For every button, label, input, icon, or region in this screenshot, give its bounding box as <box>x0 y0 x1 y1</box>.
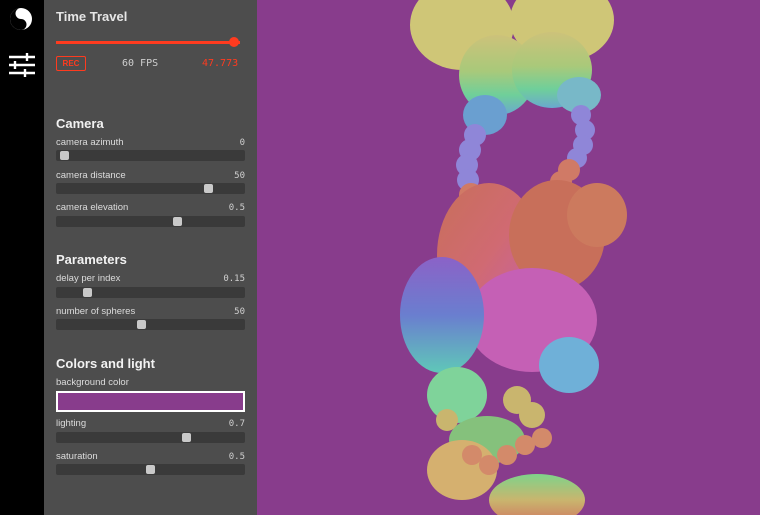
slider-thumb[interactable] <box>60 151 69 160</box>
camera-section-title: Camera <box>56 116 104 131</box>
delay-per-index-label: delay per index <box>56 273 121 284</box>
lighting-value: 0.7 <box>228 419 245 429</box>
camera-distance-value: 50 <box>234 171 245 181</box>
delay-per-index-value: 0.15 <box>223 274 245 284</box>
number-of-spheres-slider[interactable] <box>56 319 245 330</box>
colors-section-title: Colors and light <box>56 356 155 371</box>
lighting-label: lighting <box>56 418 87 429</box>
parameters-section-title: Parameters <box>56 252 127 267</box>
delay-per-index-slider[interactable] <box>56 287 245 298</box>
camera-elevation-value: 0.5 <box>228 203 245 213</box>
background-color-label: background color <box>56 377 129 388</box>
lighting-slider[interactable] <box>56 432 245 443</box>
saturation-value: 0.5 <box>228 452 245 462</box>
icon-sidebar <box>0 0 44 515</box>
background-color-swatch[interactable] <box>56 391 245 412</box>
yin-yang-icon[interactable] <box>9 7 33 31</box>
camera-elevation-slider[interactable] <box>56 216 245 227</box>
slider-thumb[interactable] <box>173 217 182 226</box>
camera-azimuth-slider[interactable] <box>56 150 245 161</box>
camera-distance-label: camera distance <box>56 170 126 181</box>
sphere-helix-render <box>400 0 627 515</box>
camera-azimuth-value: 0 <box>239 138 245 148</box>
saturation-slider[interactable] <box>56 464 245 475</box>
control-panel: Time Travel REC 60 FPS 47.773 Camera cam… <box>44 0 257 515</box>
sliders-icon[interactable] <box>8 52 36 78</box>
fps-readout: 60 FPS <box>122 58 159 69</box>
number-of-spheres-value: 50 <box>234 307 245 317</box>
camera-elevation-label: camera elevation <box>56 202 129 213</box>
slider-thumb[interactable] <box>137 320 146 329</box>
time-travel-track[interactable] <box>56 41 240 44</box>
time-travel-handle[interactable] <box>229 37 239 47</box>
camera-azimuth-label: camera azimuth <box>56 137 124 148</box>
slider-thumb[interactable] <box>83 288 92 297</box>
time-travel-title: Time Travel <box>56 9 128 24</box>
saturation-label: saturation <box>56 451 98 462</box>
slider-thumb[interactable] <box>182 433 191 442</box>
number-of-spheres-label: number of spheres <box>56 306 136 317</box>
slider-thumb[interactable] <box>204 184 213 193</box>
slider-thumb[interactable] <box>146 465 155 474</box>
record-button[interactable]: REC <box>56 56 86 71</box>
camera-distance-slider[interactable] <box>56 183 245 194</box>
render-canvas[interactable] <box>257 0 760 515</box>
elapsed-time: 47.773 <box>202 58 239 69</box>
